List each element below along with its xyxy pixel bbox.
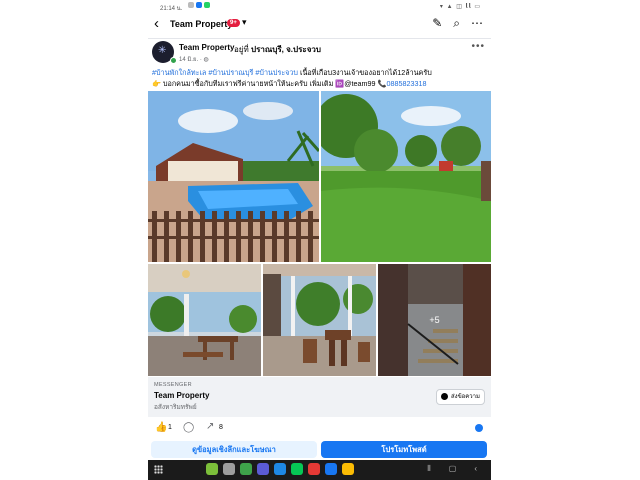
garden-photo[interactable] (321, 91, 491, 262)
taskbar-dock: ⦀ ▢ ‹ (148, 460, 491, 480)
terrace-photo[interactable] (263, 264, 376, 376)
status-right-icons: ▾ ▲ ◫ 𝗹𝗹 ▭ (439, 4, 481, 10)
online-indicator (170, 57, 177, 64)
messenger-cta: MESSENGER Team Property อสังหาริมทรัพย์ … (148, 377, 491, 417)
pool-photo[interactable] (148, 91, 319, 262)
comment-icon[interactable]: ◯ (183, 422, 194, 433)
search-icon[interactable]: ⌕ (453, 16, 460, 31)
chevron-down-icon[interactable]: ▾ (242, 17, 247, 28)
like-count[interactable]: 1 (168, 424, 172, 431)
hashtag-link[interactable]: #บ้านประจวบ (255, 68, 298, 77)
caption-text: 👉 บอกคนมาซื้อกับทีมเราฟรีค่านายหน้าให้นะ… (152, 78, 308, 88)
post-meta: 14 มิ.ย. · ◍ (179, 57, 209, 63)
phone-link[interactable]: 📞0885823318 (378, 79, 427, 88)
garden-illustration (321, 91, 491, 262)
status-bar: 21:14 น. ▾ ▲ ◫ 𝗹𝗹 ▭ (148, 0, 491, 12)
logo-icon: ✳ (158, 45, 167, 56)
reactions-bar: 👍 1 ◯ ↗ 8 (148, 418, 491, 438)
more-photos-overlay[interactable]: +5 (378, 264, 491, 376)
share-count[interactable]: 8 (219, 424, 223, 431)
send-message-button[interactable]: ส่งข้อความ (435, 389, 485, 405)
app-icon[interactable] (240, 463, 252, 475)
back-icon[interactable]: ‹ (474, 464, 477, 474)
facebook-icon[interactable] (325, 463, 337, 475)
messenger-page-category: อสังหาริมทรัพย์ (154, 404, 197, 411)
line-icon[interactable] (291, 463, 303, 475)
whatsapp-notification-icon (204, 2, 210, 8)
pencil-icon[interactable]: ✎ (432, 16, 442, 31)
recents-icon[interactable]: ⦀ (427, 464, 431, 474)
dock-apps (206, 463, 354, 475)
maps-icon[interactable] (342, 463, 354, 475)
messenger-page-name: Team Property (154, 391, 210, 400)
app-icon[interactable] (257, 463, 269, 475)
location-link[interactable]: ปราณบุรี, จ.ประจวบ (251, 45, 321, 54)
gazebo-photo[interactable] (148, 264, 261, 376)
share-icon[interactable]: ↗ (206, 421, 214, 432)
divider (148, 38, 491, 39)
more-icon[interactable]: ⋯ (471, 16, 483, 31)
app-drawer-icon[interactable] (154, 465, 163, 474)
play-store-icon[interactable] (274, 463, 286, 475)
insights-and-ads-button[interactable]: ดูข้อมูลเชิงลึกและโฆษณา (151, 441, 317, 458)
notification-badge: 9+ (227, 19, 240, 27)
line-id-text: 🆔@team99 (335, 78, 376, 88)
home-icon[interactable]: ▢ (449, 464, 457, 474)
globe-icon: ◍ (203, 57, 209, 63)
more-photos-count: +5 (429, 315, 440, 325)
system-nav: ⦀ ▢ ‹ (427, 464, 477, 474)
top-bar: ‹ Team Property 9+ ▾ ✎ ⌕ ⋯ (148, 12, 491, 38)
post-caption: #บ้านพักใกล้ทะเล #บ้านปราณบุรี #บ้านประจ… (152, 68, 488, 89)
post-more-icon[interactable]: ••• (471, 41, 485, 52)
page-avatar-icon[interactable] (475, 424, 483, 432)
status-notification-icons (188, 2, 210, 8)
notification-icon (188, 2, 194, 8)
messenger-label: MESSENGER (154, 382, 192, 388)
facebook-app-window: 21:14 น. ▾ ▲ ◫ 𝗹𝗹 ▭ ‹ Team Property 9+ ▾… (148, 0, 491, 480)
camera-icon[interactable] (223, 463, 235, 475)
terrace-illustration (263, 264, 376, 376)
page-title[interactable]: Team Property (170, 19, 232, 29)
post-header: ✳ Team Property อยู่ที่ ปราณบุรี, จ.ประจ… (148, 40, 491, 66)
stairs-photo[interactable]: +5 (378, 264, 491, 376)
post-author[interactable]: Team Property (179, 43, 234, 52)
caption-text: เนื้อที่เกือบ3งานเจ้าของอยากได้12ล้านครั… (300, 68, 432, 77)
chrome-icon[interactable] (308, 463, 320, 475)
pool-illustration (148, 91, 319, 262)
back-arrow-icon[interactable]: ‹ (154, 15, 159, 32)
post-time[interactable]: 14 มิ.ย. (179, 57, 198, 63)
at-label: อยู่ที่ (234, 45, 249, 54)
post-location: อยู่ที่ ปราณบุรี, จ.ประจวบ (234, 43, 321, 56)
boost-post-button[interactable]: โปรโมทโพสต์ (321, 441, 487, 458)
messenger-notification-icon (196, 2, 202, 8)
hashtag-link[interactable]: #บ้านปราณบุรี (208, 68, 253, 77)
app-icon[interactable] (206, 463, 218, 475)
messenger-icon (440, 393, 448, 400)
gazebo-illustration (148, 264, 261, 376)
hashtag-link[interactable]: #บ้านพักใกล้ทะเล (152, 68, 206, 77)
send-message-label: ส่งข้อความ (450, 394, 480, 400)
like-icon[interactable]: 👍 (155, 422, 167, 434)
see-more-link[interactable]: เพิ่มเติม (310, 79, 334, 88)
